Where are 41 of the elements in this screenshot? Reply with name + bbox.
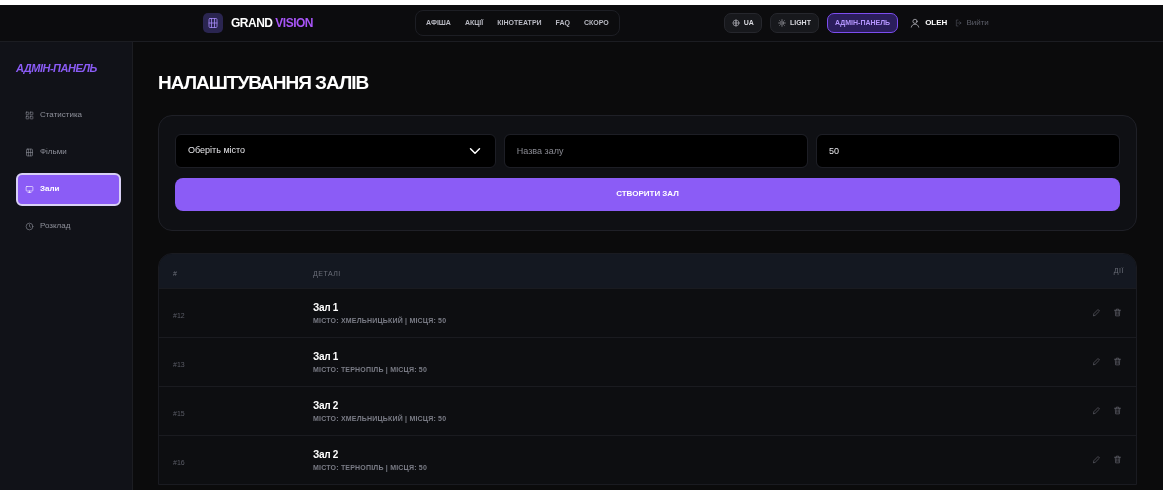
delete-button[interactable] [1113, 357, 1122, 367]
seats-field[interactable]: 50 [815, 133, 1120, 168]
monitor-icon [25, 184, 34, 194]
grid-icon [25, 110, 34, 120]
hall-name: Зал 2 [313, 398, 340, 413]
pencil-icon [1092, 406, 1101, 416]
sun-icon [777, 19, 786, 27]
delete-button[interactable] [1113, 455, 1122, 465]
delete-button[interactable] [1113, 308, 1122, 318]
hall-name: Зал 1 [313, 349, 340, 364]
logo-text[interactable]: GRAND VISION [231, 14, 314, 32]
trash-icon [1113, 406, 1122, 416]
edit-button[interactable] [1092, 357, 1101, 367]
edit-button[interactable] [1092, 406, 1101, 416]
hall-name: Зал 2 [313, 447, 340, 462]
city-select[interactable]: Оберіть місто [175, 133, 496, 168]
hall-name: Зал 1 [313, 300, 340, 315]
sidebar-item[interactable]: Статистика [16, 98, 121, 132]
globe-icon [731, 19, 740, 27]
user-icon [910, 18, 921, 28]
trash-icon [1113, 455, 1122, 465]
pencil-icon [1092, 455, 1101, 465]
edit-button[interactable] [1092, 308, 1101, 318]
trash-icon [1113, 357, 1122, 367]
logout-icon [955, 19, 964, 27]
pencil-icon [1092, 308, 1101, 318]
sidebar-item[interactable]: Фільми [16, 135, 121, 169]
trash-icon [1113, 308, 1122, 318]
logo-icon[interactable] [203, 13, 223, 33]
user-name: OLEH [925, 17, 948, 29]
create-hall-button[interactable]: СТВОРИТИ ЗАЛ [175, 177, 1120, 211]
pencil-icon [1092, 357, 1101, 367]
sidebar-item[interactable]: Розклад [16, 209, 121, 243]
sidebar-title: АДМІН-ПАНЕЛЬ [16, 61, 98, 76]
clock-icon [25, 221, 34, 231]
edit-button[interactable] [1092, 455, 1101, 465]
page-title: НАЛАШТУВАННЯ ЗАЛІВ [158, 72, 370, 95]
delete-button[interactable] [1113, 406, 1122, 416]
film-icon [25, 147, 34, 157]
hall-name-field[interactable]: Назва залу [503, 133, 808, 168]
sidebar-item[interactable]: Зали [16, 172, 121, 206]
